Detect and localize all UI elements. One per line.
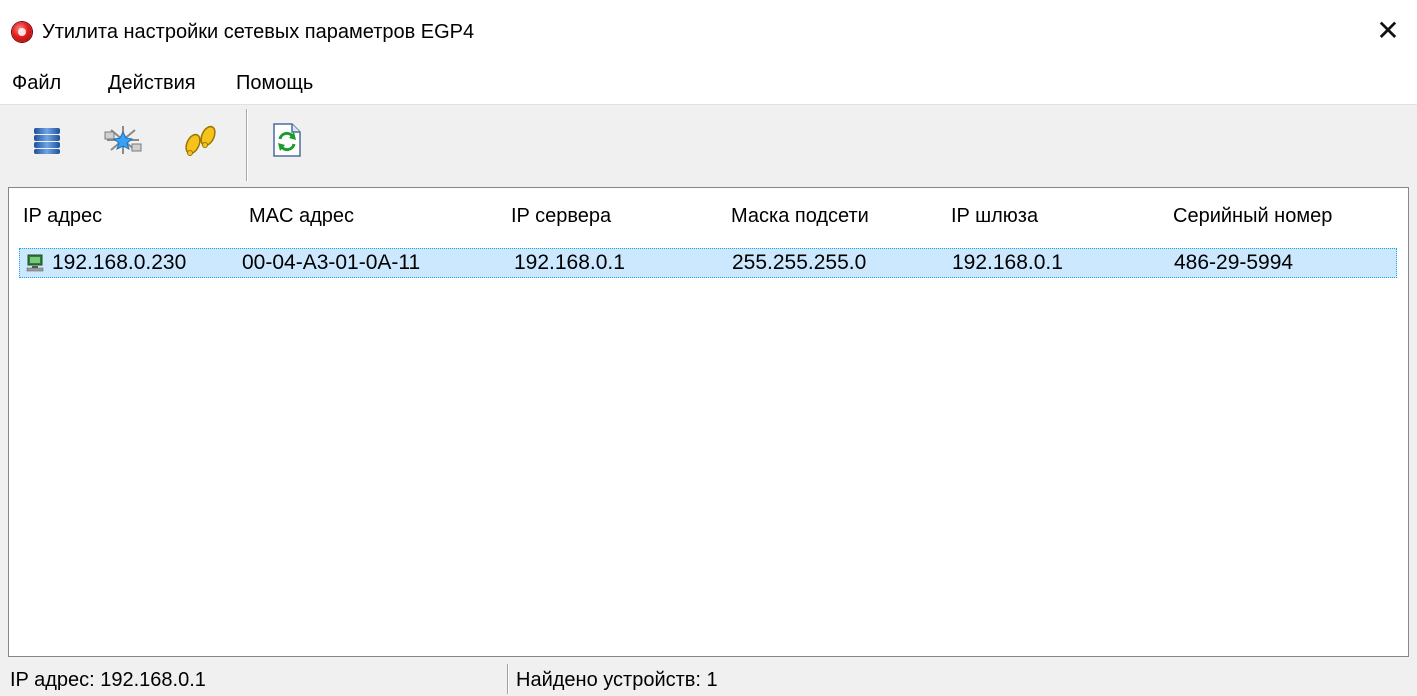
status-bar: IP адрес: 192.168.0.1 Найдено устройств:… bbox=[0, 660, 1417, 696]
main-window: Утилита настройки сетевых параметров EGP… bbox=[0, 0, 1417, 696]
column-header-serial[interactable]: Серийный номер bbox=[1159, 188, 1399, 244]
menu-bar: Файл Действия Помощь bbox=[0, 62, 1417, 104]
title-bar[interactable]: Утилита настройки сетевых параметров EGP… bbox=[0, 0, 1417, 62]
menu-file[interactable]: Файл bbox=[12, 71, 61, 95]
cell-serial: 486-29-5994 bbox=[1174, 251, 1294, 274]
footsteps-button[interactable] bbox=[178, 117, 224, 163]
network-search-button[interactable] bbox=[100, 117, 146, 163]
cell-gateway: 192.168.0.1 bbox=[952, 251, 1063, 274]
app-icon bbox=[12, 22, 32, 42]
menu-actions[interactable]: Действия bbox=[108, 71, 196, 95]
column-header-ip[interactable]: IP адрес bbox=[9, 188, 235, 244]
toolbar-separator bbox=[246, 109, 247, 181]
menu-help[interactable]: Помощь bbox=[236, 71, 313, 95]
database-icon bbox=[34, 128, 60, 154]
cell-server-ip: 192.168.0.1 bbox=[514, 251, 625, 274]
status-found-devices: Найдено устройств: 1 bbox=[516, 669, 718, 691]
status-divider bbox=[507, 664, 508, 694]
toolbar bbox=[0, 104, 1417, 185]
status-ip: IP адрес: 192.168.0.1 bbox=[10, 669, 206, 691]
cell-subnet-mask: 255.255.255.0 bbox=[732, 251, 867, 274]
database-button[interactable] bbox=[24, 117, 70, 163]
device-icon bbox=[26, 254, 44, 272]
refresh-button[interactable] bbox=[264, 117, 310, 163]
devices-list[interactable]: IP адрес MAC адрес IP сервера Маска подс… bbox=[8, 187, 1409, 657]
network-search-icon bbox=[104, 126, 142, 154]
table-row[interactable]: 192.168.0.230 00-04-A3-01-0A-11 192.168.… bbox=[19, 248, 1397, 278]
footsteps-icon bbox=[185, 125, 216, 156]
close-button[interactable]: ✕ bbox=[1359, 8, 1417, 54]
column-header-mac[interactable]: MAC адрес bbox=[235, 188, 497, 244]
window-title: Утилита настройки сетевых параметров EGP… bbox=[42, 21, 475, 43]
cell-ip: 192.168.0.230 bbox=[52, 251, 187, 274]
column-header-subnet-mask[interactable]: Маска подсети bbox=[717, 188, 937, 244]
column-header-gateway[interactable]: IP шлюза bbox=[937, 188, 1159, 244]
refresh-icon bbox=[273, 123, 301, 157]
column-header-server-ip[interactable]: IP сервера bbox=[497, 188, 717, 244]
cell-mac: 00-04-A3-01-0A-11 bbox=[242, 251, 421, 274]
